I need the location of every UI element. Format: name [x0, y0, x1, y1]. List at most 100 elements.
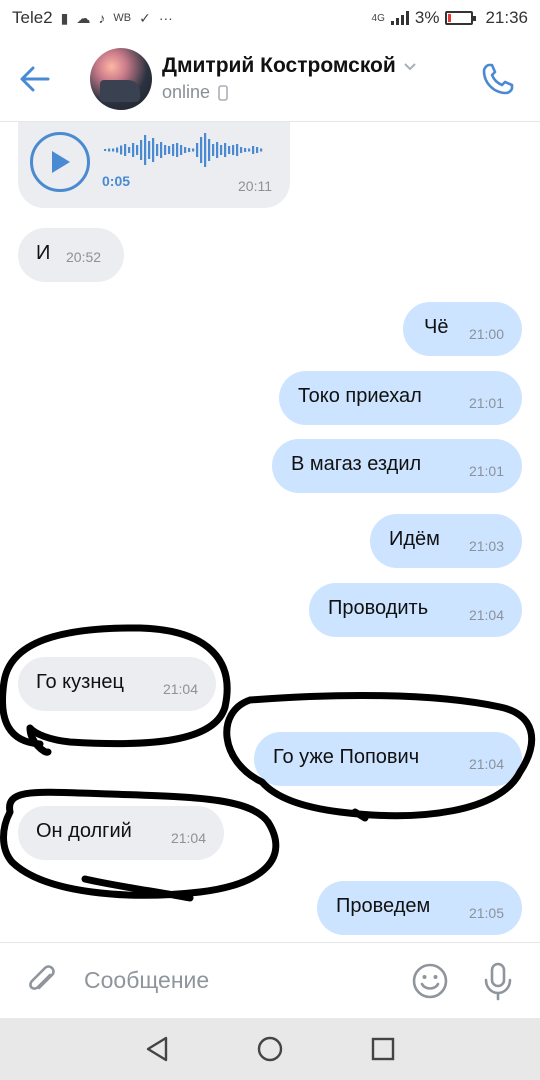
message-bubble-outgoing[interactable]: Проведем 21:05 — [317, 881, 522, 935]
waveform-bar — [180, 145, 183, 155]
battery-percent: 3% — [414, 8, 440, 27]
waveform-bar — [176, 143, 179, 157]
chat-header: Дмитрий Костромской online — [0, 36, 540, 122]
message-text: Токо приехал — [298, 385, 422, 407]
message-bubble-outgoing[interactable]: В магаз ездил 21:01 — [272, 439, 522, 493]
waveform-bar — [224, 143, 227, 157]
message-time: 21:00 — [468, 326, 504, 342]
contact-name: Дмитрий Костромской — [162, 54, 396, 77]
emoji-button[interactable] — [408, 959, 452, 1003]
more-notifications-icon: ··· — [158, 10, 173, 26]
mobile-device-icon — [218, 84, 228, 101]
message-time: 21:05 — [468, 905, 504, 921]
message-bubble-outgoing[interactable]: Идём 21:03 — [370, 514, 522, 568]
message-text: Проводить — [328, 597, 429, 619]
attach-button[interactable] — [20, 959, 64, 1003]
smiley-icon — [412, 963, 448, 998]
tiktok-icon: ♪ — [98, 10, 106, 26]
waveform-bar — [256, 147, 259, 153]
waveform-bar — [108, 148, 111, 152]
message-text: И — [36, 242, 51, 264]
back-arrow-icon — [20, 66, 50, 91]
message-text: Го уже Попович — [273, 746, 420, 768]
call-button[interactable] — [468, 36, 528, 122]
square-recents-icon — [372, 1037, 395, 1061]
message-time: 21:04 — [170, 830, 206, 846]
message-text: Он долгий — [36, 820, 132, 842]
waveform-bar — [208, 139, 211, 161]
voice-duration: 0:05 — [102, 173, 131, 189]
waveform-bar — [212, 144, 215, 156]
phone-icon — [482, 63, 514, 94]
play-icon — [52, 151, 70, 173]
message-time: 21:03 — [468, 538, 504, 554]
message-time: 21:01 — [468, 463, 504, 479]
waveform-bar — [148, 141, 151, 159]
message-bubble-incoming[interactable]: И 20:52 — [18, 228, 124, 282]
message-bubble-outgoing[interactable]: Токо приехал 21:01 — [279, 371, 522, 425]
waveform-bar — [172, 144, 175, 156]
waveform-bar — [132, 143, 135, 157]
waveform-bar — [240, 147, 243, 153]
voice-waveform[interactable] — [104, 132, 268, 168]
chevron-down-icon — [404, 63, 416, 71]
waveform-bar — [204, 133, 207, 167]
signal-icon — [390, 11, 409, 25]
waveform-bar — [188, 148, 191, 152]
message-text: Идём — [389, 528, 440, 550]
message-time: 21:04 — [468, 756, 504, 772]
back-button[interactable] — [0, 36, 70, 122]
message-text: В магаз ездил — [291, 453, 422, 475]
message-bubble-incoming[interactable]: Го кузнец 21:04 — [18, 657, 216, 711]
message-text: Го кузнец — [36, 671, 124, 693]
waveform-bar — [144, 135, 147, 165]
message-time: 21:04 — [468, 607, 504, 623]
system-navigation-bar — [0, 1018, 540, 1080]
waveform-bar — [120, 145, 123, 155]
nav-home-button[interactable] — [248, 1027, 292, 1071]
message-bubble-outgoing[interactable]: Го уже Попович 21:04 — [254, 732, 522, 786]
contact-avatar[interactable] — [90, 47, 152, 110]
nav-back-button[interactable] — [135, 1027, 179, 1071]
cloud-icon: ☁ — [76, 9, 91, 26]
waveform-bar — [252, 146, 255, 154]
waveform-bar — [124, 144, 127, 156]
waveform-bar — [128, 147, 131, 153]
play-button[interactable] — [30, 132, 90, 192]
voice-record-button[interactable] — [476, 959, 520, 1003]
waveform-bar — [152, 138, 155, 162]
waveform-bar — [228, 146, 231, 154]
message-time: 20:11 — [238, 178, 272, 194]
message-input[interactable] — [84, 960, 408, 1001]
message-bubble-incoming[interactable]: Он долгий 21:04 — [18, 806, 224, 860]
waveform-bar — [260, 148, 263, 152]
contact-status: online — [162, 82, 211, 102]
check-icon: ✓ — [139, 9, 151, 26]
voice-message[interactable]: 0:05 20:11 — [18, 122, 290, 208]
compose-bar — [0, 942, 540, 1018]
message-time: 20:52 — [66, 249, 102, 265]
circle-home-icon — [257, 1036, 283, 1062]
waveform-bar — [236, 144, 239, 156]
waveform-bar — [244, 148, 247, 152]
waveform-bar — [156, 144, 159, 156]
contact-info[interactable]: Дмитрий Костромской online — [162, 54, 416, 103]
message-text: Чё — [424, 316, 449, 338]
status-bar: Tele2 ▮ ☁ ♪ WB ✓ ··· 4G 3% 21:36 — [0, 0, 540, 36]
waveform-bar — [160, 142, 163, 158]
waveform-bar — [168, 146, 171, 154]
microphone-icon — [484, 962, 512, 1000]
waveform-bar — [200, 137, 203, 163]
waveform-bar — [232, 145, 235, 155]
message-bubble-outgoing[interactable]: Проводить 21:04 — [309, 583, 522, 637]
message-list[interactable]: 0:05 20:11 И 20:52 Чё 21:00 Токо приехал… — [0, 122, 540, 942]
network-type: 4G — [371, 12, 385, 24]
message-bubble-outgoing[interactable]: Чё 21:00 — [403, 302, 522, 356]
waveform-bar — [196, 143, 199, 157]
carrier-label: Tele2 — [12, 8, 53, 27]
nav-recents-button[interactable] — [361, 1027, 405, 1071]
wb-notification: WB — [113, 12, 132, 24]
waveform-bar — [192, 148, 195, 152]
battery-icon — [445, 11, 477, 25]
triangle-back-icon — [146, 1036, 167, 1062]
